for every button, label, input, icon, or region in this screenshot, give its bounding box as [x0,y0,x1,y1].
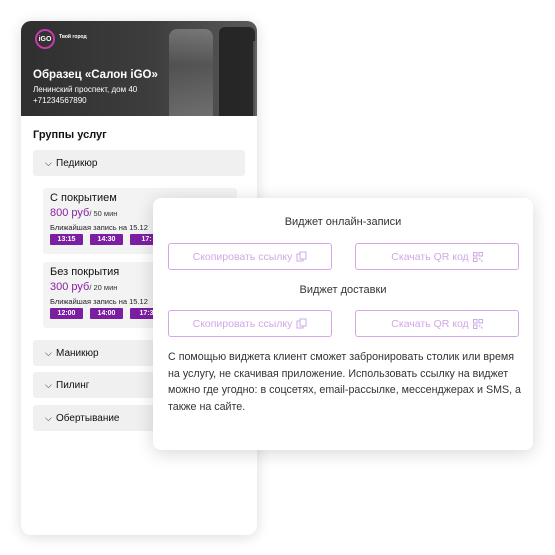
salon-name: Образец «Салон iGO» [33,69,158,81]
service-duration: / 20 мин [89,283,118,292]
group-label: Маникюр [56,347,99,359]
price-value: 800 руб [50,207,90,219]
service-duration: / 50 мин [89,209,118,218]
download-booking-qr-button[interactable]: Скачать QR код [355,243,519,270]
chevron-down-icon: ⌵ [45,347,52,358]
time-slots: 13:15 14:30 17: [50,234,163,245]
group-pedicure[interactable]: ⌵ Педикюр [33,150,245,176]
qr-code-icon [472,251,483,262]
time-slot[interactable]: 13:15 [50,234,83,245]
salon-logo: iGO [35,29,55,49]
chevron-down-icon: ⌵ [45,157,52,168]
service-groups-title: Группы услуг [33,129,107,141]
booking-widget-title: Виджет онлайн-записи [284,216,402,228]
time-slots: 12:00 14:00 17:3 [50,308,163,319]
button-label: Скачать QR код [391,250,469,263]
logo-subtitle: Твой город [59,34,87,40]
time-slot[interactable]: 12:00 [50,308,83,319]
next-booking-label: Ближайшая запись на 15.12 [50,297,148,306]
group-label: Педикюр [56,157,98,169]
button-label: Скопировать ссылку [192,250,293,263]
copy-booking-link-button[interactable]: Скопировать ссылку [168,243,332,270]
time-slot[interactable]: 14:00 [90,308,123,319]
copy-delivery-link-button[interactable]: Скопировать ссылку [168,310,332,337]
service-price: 300 руб/ 20 мин [50,281,117,293]
header-photo-razor [169,29,213,116]
widget-description: С помощью виджета клиент сможет забронир… [168,351,521,413]
service-price: 800 руб/ 50 мин [50,207,117,219]
download-delivery-qr-button[interactable]: Скачать QR код [355,310,519,337]
widget-panel: Виджет онлайн-записи Скопировать ссылку … [153,198,533,450]
button-label: Скопировать ссылку [192,317,293,330]
copy-icon [296,251,307,262]
group-label: Пилинг [56,379,90,391]
time-slot[interactable]: 14:30 [90,234,123,245]
group-label: Обертывание [56,412,120,424]
delivery-widget-title: Виджет доставки [299,284,387,296]
button-label: Скачать QR код [391,317,469,330]
service-name: С покрытием [50,192,117,204]
salon-header: iGO Твой город Образец «Салон iGO» Ленин… [21,21,257,116]
next-booking-label: Ближайшая запись на 15.12 [50,223,148,232]
header-photo-shadow [253,41,257,116]
header-photo-tube [219,27,255,116]
salon-phone[interactable]: +71234567890 [33,96,87,105]
service-name: Без покрытия [50,266,120,278]
chevron-down-icon: ⌵ [45,412,52,423]
chevron-down-icon: ⌵ [45,379,52,390]
salon-address: Ленинский проспект, дом 40 [33,85,138,94]
copy-icon [296,318,307,329]
qr-code-icon [472,318,483,329]
price-value: 300 руб [50,281,90,293]
